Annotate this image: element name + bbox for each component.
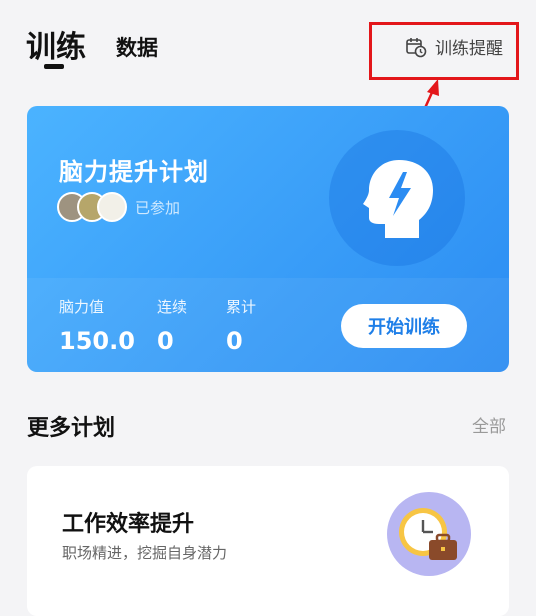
- stat-label: 脑力值: [59, 298, 105, 316]
- stat-brain-value: 脑力值 150.0: [59, 296, 135, 355]
- stat-value: 0: [157, 327, 174, 355]
- brain-plan-card[interactable]: 脑力提升计划 已参加 脑力值 150.0 连续 0 累计 0 开始训练: [27, 106, 509, 372]
- stat-streak: 连续 0: [157, 296, 187, 355]
- tab-active-indicator: [44, 64, 64, 69]
- start-training-button[interactable]: 开始训练: [341, 304, 467, 348]
- annotation-highlight-box: [369, 22, 519, 80]
- stat-value: 0: [226, 327, 243, 355]
- plan-item-desc: 职场精进，挖掘自身潜力: [62, 544, 228, 562]
- tab-training[interactable]: 训练: [26, 22, 86, 69]
- top-tabs: 训练 数据: [26, 22, 158, 69]
- plan-title: 脑力提升计划: [59, 158, 209, 186]
- clock-briefcase-icon: [387, 492, 471, 576]
- stat-label: 累计: [226, 298, 257, 316]
- avatar: [97, 192, 127, 222]
- participant-avatars: 已参加: [57, 192, 180, 222]
- plan-item-title: 工作效率提升: [62, 512, 195, 537]
- plan-list-item[interactable]: 工作效率提升 职场精进，挖掘自身潜力: [27, 466, 509, 616]
- tab-data[interactable]: 数据: [116, 32, 158, 62]
- stat-total: 累计 0: [226, 296, 256, 355]
- view-all-link[interactable]: 全部: [472, 412, 506, 437]
- more-plans-title: 更多计划: [27, 416, 116, 441]
- stat-value: 150.0: [59, 327, 135, 355]
- tab-training-label: 训练: [26, 30, 86, 65]
- joined-label: 已参加: [135, 198, 181, 217]
- stat-label: 连续: [157, 298, 188, 316]
- brain-head-icon: [363, 160, 433, 238]
